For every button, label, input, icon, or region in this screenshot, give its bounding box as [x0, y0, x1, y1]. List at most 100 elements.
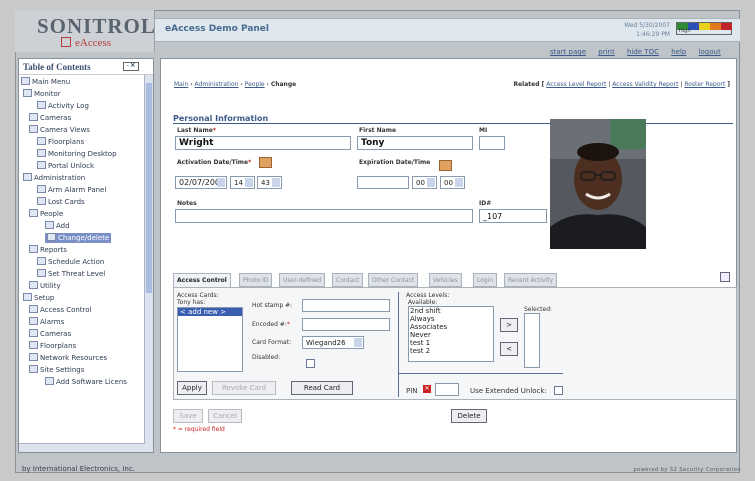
- toc-label: Site Settings: [40, 366, 85, 374]
- level-item[interactable]: test 2: [410, 347, 493, 355]
- level-item[interactable]: Never: [410, 331, 493, 339]
- toc-item-floorplans[interactable]: Floorplans: [37, 137, 84, 147]
- breadcrumb-main[interactable]: Main: [174, 81, 188, 88]
- tab-photo-id[interactable]: Photo ID: [239, 273, 273, 287]
- toc-item-access-control[interactable]: Access Control: [29, 305, 92, 315]
- roster-report-link[interactable]: Roster Report: [684, 81, 725, 88]
- pin-input[interactable]: [435, 383, 459, 396]
- photo-portrait: [550, 119, 646, 249]
- tab-other-contact[interactable]: Other Contact: [368, 273, 419, 287]
- toc-label: Activity Log: [48, 102, 89, 110]
- toc-label: Floorplans: [40, 342, 77, 350]
- extended-unlock-checkbox[interactable]: [554, 386, 563, 395]
- tab-recent-activity[interactable]: Recent Activity: [504, 273, 558, 287]
- toc-item-setup-floorplans[interactable]: Floorplans: [29, 341, 76, 351]
- threat-level-indicator: High: [676, 22, 732, 35]
- datetime: Wed 5/30/2007 1:46:29 PM: [624, 21, 670, 39]
- activation-calendar-icon[interactable]: [259, 157, 272, 168]
- notes-input[interactable]: [175, 209, 473, 223]
- expiration-date-input[interactable]: [357, 176, 409, 189]
- expiration-calendar-icon[interactable]: [439, 160, 452, 171]
- revoke-card-button[interactable]: Revoke Card: [212, 381, 276, 395]
- toc-vertical-scrollbar[interactable]: [144, 75, 153, 452]
- access-control-panel: Access Cards: Tony has: < add new > Hot …: [173, 287, 737, 400]
- toc-item-utility[interactable]: Utility: [29, 281, 61, 291]
- activation-date-input[interactable]: 02/07/2007: [175, 176, 227, 189]
- remove-level-button[interactable]: <: [500, 342, 518, 356]
- toc-item-activity-log[interactable]: Activity Log: [37, 101, 89, 111]
- expiration-minute-select[interactable]: 00: [440, 176, 465, 189]
- help-link[interactable]: help: [671, 48, 686, 56]
- activation-minute-select[interactable]: 43: [257, 176, 282, 189]
- toc-item-monitor[interactable]: Monitor: [23, 89, 61, 99]
- breadcrumb-administration[interactable]: Administration: [195, 81, 239, 88]
- apply-button[interactable]: Apply: [177, 381, 207, 395]
- delete-button[interactable]: Delete: [451, 409, 487, 423]
- expiration-hour-select[interactable]: 00: [412, 176, 437, 189]
- card-list-item[interactable]: < add new >: [178, 308, 242, 316]
- selected-levels-list[interactable]: [524, 313, 540, 368]
- toc-item-schedule-action[interactable]: Schedule Action: [37, 257, 104, 267]
- date-text: Wed 5/30/2007: [624, 22, 670, 29]
- level-item[interactable]: 2nd shift: [410, 307, 493, 315]
- toc-item-site-settings[interactable]: Site Settings: [29, 365, 84, 375]
- toc-item-people[interactable]: People: [29, 209, 63, 219]
- print-tab-icon[interactable]: [720, 272, 730, 282]
- toc-item-monitoring-desktop[interactable]: Monitoring Desktop: [37, 149, 117, 159]
- start-page-link[interactable]: start page: [550, 48, 586, 56]
- toc-item-arm-alarm-panel[interactable]: Arm Alarm Panel: [37, 185, 106, 195]
- toc-item-main-menu[interactable]: Main Menu: [21, 77, 70, 87]
- toc-item-reports[interactable]: Reports: [29, 245, 67, 255]
- logout-link[interactable]: logout: [699, 48, 721, 56]
- last-name-input[interactable]: Wright: [175, 136, 351, 150]
- tab-login[interactable]: Login: [473, 273, 498, 287]
- activation-hour-select[interactable]: 14: [230, 176, 255, 189]
- hot-stamp-input[interactable]: [302, 299, 390, 312]
- level-item[interactable]: Associates: [410, 323, 493, 331]
- access-level-report-link[interactable]: Access Level Report: [546, 81, 606, 88]
- toc-item-camera-views[interactable]: Camera Views: [29, 125, 90, 135]
- encoded-input[interactable]: [302, 318, 390, 331]
- breadcrumb-people[interactable]: People: [245, 81, 265, 88]
- level-item[interactable]: test 1: [410, 339, 493, 347]
- card-format-select[interactable]: Wiegand26: [302, 336, 364, 349]
- toc-item-add-software-license[interactable]: Add Software Licens: [45, 377, 127, 387]
- hide-toc-link[interactable]: hide TOC: [627, 48, 659, 56]
- disabled-checkbox[interactable]: [306, 359, 315, 368]
- print-link[interactable]: print: [598, 48, 614, 56]
- id-input[interactable]: _107: [479, 209, 547, 223]
- toc-label: Portal Unlock: [48, 162, 95, 170]
- first-name-input[interactable]: Tony: [357, 136, 473, 150]
- toc-item-setup[interactable]: Setup: [23, 293, 54, 303]
- mi-input[interactable]: [479, 136, 505, 150]
- related-label: Related [: [513, 81, 545, 88]
- toc-item-cameras[interactable]: Cameras: [29, 113, 71, 123]
- toc-item-set-threat-level[interactable]: Set Threat Level: [37, 269, 105, 279]
- access-cards-list[interactable]: < add new >: [177, 307, 243, 372]
- toc-horizontal-scrollbar[interactable]: [19, 443, 145, 452]
- cancel-button[interactable]: Cancel: [208, 409, 242, 423]
- toc-item-network-resources[interactable]: Network Resources: [29, 353, 107, 363]
- level-item[interactable]: Always: [410, 315, 493, 323]
- people-icon: [29, 209, 38, 217]
- tab-access-control[interactable]: Access Control: [173, 273, 231, 287]
- toc-item-administration[interactable]: Administration: [23, 173, 85, 183]
- tab-vehicles[interactable]: Vehicles: [429, 273, 462, 287]
- available-levels-list[interactable]: 2nd shift Always Associates Never test 1…: [408, 306, 494, 362]
- toc-controls[interactable]: - ✕: [123, 62, 139, 71]
- access-validity-report-link[interactable]: Access Validity Report: [612, 81, 678, 88]
- toc-item-setup-cameras[interactable]: Cameras: [29, 329, 71, 339]
- tab-contact[interactable]: Contact: [332, 273, 364, 287]
- panel-divider-vertical: [398, 292, 399, 397]
- save-button[interactable]: Save: [173, 409, 203, 423]
- read-card-button[interactable]: Read Card: [291, 381, 353, 395]
- toc-item-alarms[interactable]: Alarms: [29, 317, 64, 327]
- add-level-button[interactable]: >: [500, 318, 518, 332]
- scroll-thumb[interactable]: [146, 83, 152, 293]
- toc-item-change-delete[interactable]: Change/delete: [45, 233, 112, 243]
- toc-item-lost-cards[interactable]: Lost Cards: [37, 197, 85, 207]
- toc-item-add[interactable]: Add: [45, 221, 70, 231]
- tab-user-defined[interactable]: User-defined: [279, 273, 326, 287]
- toc-item-portal-unlock[interactable]: Portal Unlock: [37, 161, 94, 171]
- tab-bar: Access Control Photo ID User-defined Con…: [173, 273, 723, 287]
